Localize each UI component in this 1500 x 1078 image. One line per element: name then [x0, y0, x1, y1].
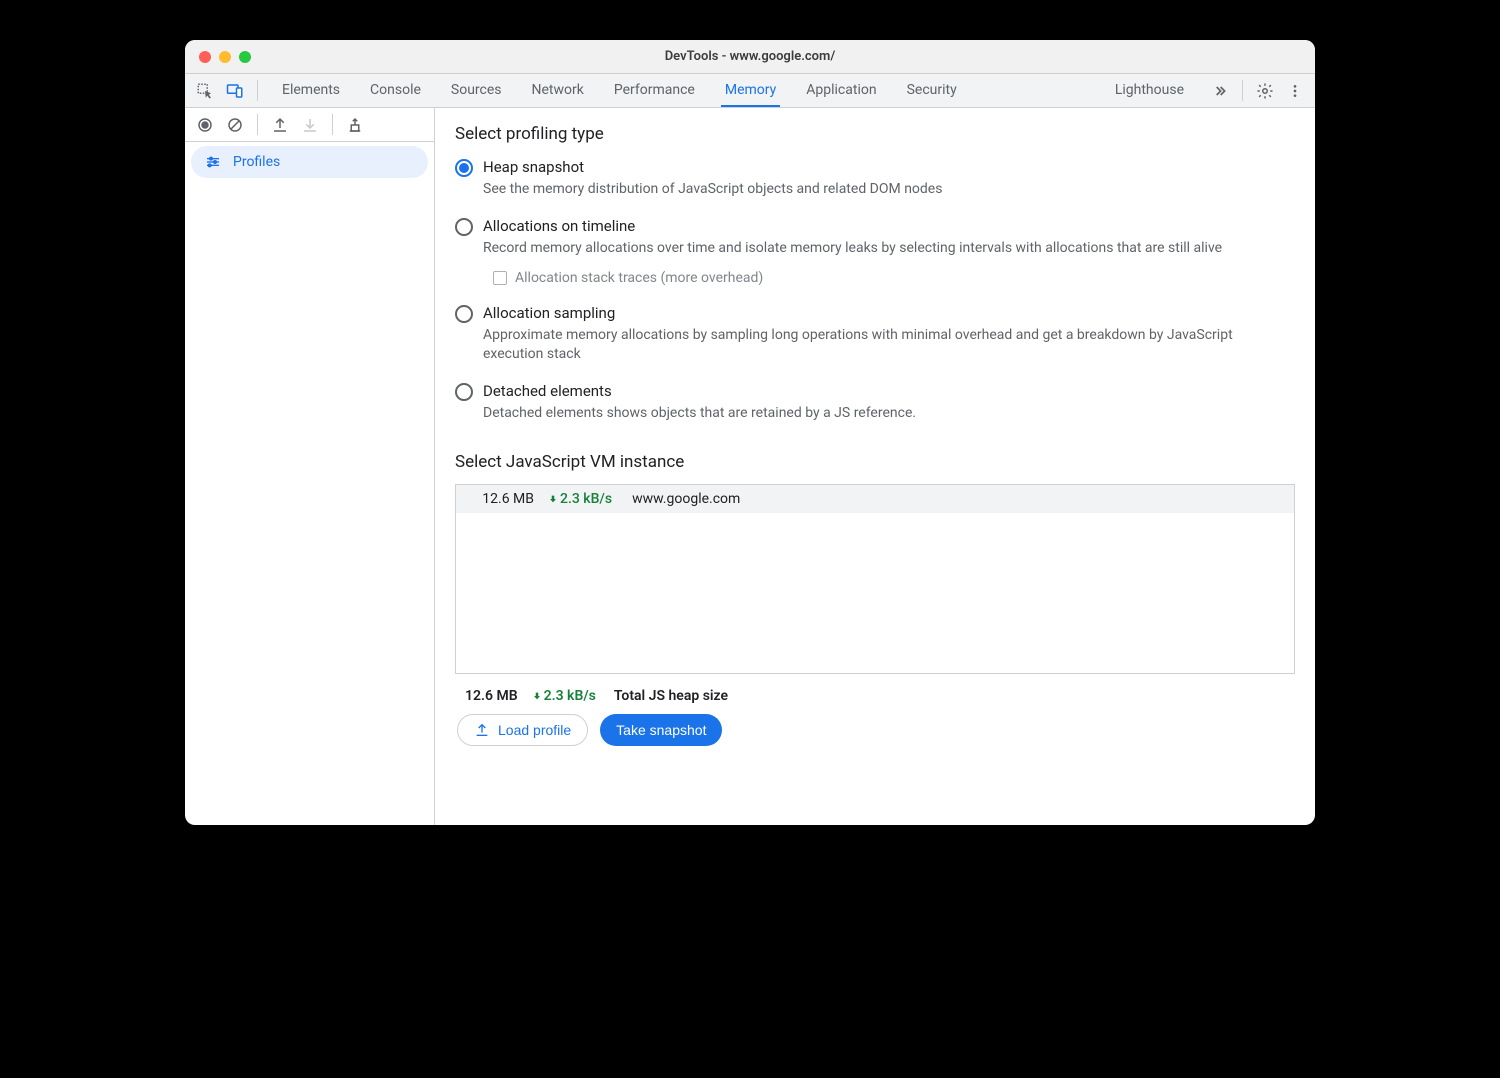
maximize-window-button[interactable]: [239, 51, 251, 63]
devtools-tabsbar: Elements Console Sources Network Perform…: [185, 74, 1315, 108]
download-icon[interactable]: [300, 115, 320, 135]
radio-icon[interactable]: [455, 218, 473, 236]
tab-label: Network: [532, 82, 584, 98]
tab-label: Lighthouse: [1115, 82, 1184, 98]
divider: [257, 114, 258, 135]
vm-rate-value: 2.3 kB/s: [560, 491, 612, 507]
clear-icon[interactable]: [225, 115, 245, 135]
sidebar: Profiles: [185, 108, 435, 825]
suboption-label: Allocation stack traces (more overhead): [515, 270, 763, 286]
option-title: Allocations on timeline: [483, 217, 1222, 235]
footer-buttons: Load profile Take snapshot: [455, 714, 1295, 746]
divider: [1242, 80, 1243, 101]
vm-instance-list: 12.6 MB 2.3 kB/s www.google.com: [455, 484, 1295, 674]
vm-instance-row[interactable]: 12.6 MB 2.3 kB/s www.google.com: [456, 485, 1294, 513]
radio-icon[interactable]: [455, 383, 473, 401]
kebab-menu-icon[interactable]: [1285, 81, 1305, 101]
take-snapshot-button[interactable]: Take snapshot: [600, 714, 722, 746]
option-title: Allocation sampling: [483, 304, 1295, 322]
tab-lighthouse[interactable]: Lighthouse: [1111, 74, 1188, 107]
tab-label: Elements: [282, 82, 340, 98]
tab-elements[interactable]: Elements: [278, 74, 344, 107]
device-toolbar-icon[interactable]: [225, 81, 245, 101]
upload-icon[interactable]: [270, 115, 290, 135]
load-profile-button[interactable]: Load profile: [457, 714, 588, 746]
divider: [257, 80, 258, 101]
option-desc: Record memory allocations over time and …: [483, 239, 1222, 258]
section-heading: Select profiling type: [455, 124, 1295, 144]
tab-label: Memory: [725, 82, 776, 98]
divider: [332, 114, 333, 135]
window-title: DevTools - www.google.com/: [185, 49, 1315, 64]
settings-gear-icon[interactable]: [1255, 81, 1275, 101]
tab-performance[interactable]: Performance: [610, 74, 699, 107]
titlebar: DevTools - www.google.com/: [185, 40, 1315, 74]
minimize-window-button[interactable]: [219, 51, 231, 63]
vm-name: www.google.com: [632, 491, 740, 507]
tab-label: Security: [907, 82, 957, 98]
option-heap-snapshot[interactable]: Heap snapshot See the memory distributio…: [455, 158, 1295, 199]
devtools-window: DevTools - www.google.com/ Elements Cons…: [185, 40, 1315, 825]
record-icon[interactable]: [195, 115, 215, 135]
option-allocations-timeline[interactable]: Allocations on timeline Record memory al…: [455, 217, 1295, 286]
checkbox-icon[interactable]: [493, 271, 507, 285]
sliders-icon: [205, 154, 221, 170]
option-body: Allocations on timeline Record memory al…: [483, 217, 1222, 286]
close-window-button[interactable]: [199, 51, 211, 63]
total-rate-value: 2.3 kB/s: [544, 688, 596, 704]
vm-totals: 12.6 MB 2.3 kB/s Total JS heap size: [455, 674, 1295, 714]
main-area: Profiles Select profiling type Heap snap…: [185, 108, 1315, 825]
vm-size: 12.6 MB: [466, 491, 534, 507]
total-rate: 2.3 kB/s: [532, 688, 596, 704]
option-desc: See the memory distribution of JavaScrip…: [483, 180, 942, 199]
tab-network[interactable]: Network: [528, 74, 588, 107]
vm-section-heading: Select JavaScript VM instance: [455, 452, 1295, 472]
tab-sources[interactable]: Sources: [447, 74, 506, 107]
down-arrow-icon: [548, 493, 558, 505]
option-title: Detached elements: [483, 382, 916, 400]
suboption-stack-traces[interactable]: Allocation stack traces (more overhead): [493, 270, 1222, 286]
content-panel: Select profiling type Heap snapshot See …: [435, 108, 1315, 825]
radio-icon[interactable]: [455, 159, 473, 177]
option-body: Allocation sampling Approximate memory a…: [483, 304, 1295, 364]
option-body: Detached elements Detached elements show…: [483, 382, 916, 423]
inspect-element-icon[interactable]: [195, 81, 215, 101]
option-desc: Detached elements shows objects that are…: [483, 404, 916, 423]
total-label: Total JS heap size: [614, 688, 728, 704]
sidebar-item-profiles[interactable]: Profiles: [191, 146, 428, 178]
button-label: Load profile: [498, 722, 571, 738]
option-title: Heap snapshot: [483, 158, 942, 176]
radio-icon[interactable]: [455, 305, 473, 323]
tab-label: Sources: [451, 82, 502, 98]
button-label: Take snapshot: [616, 722, 706, 738]
option-body: Heap snapshot See the memory distributio…: [483, 158, 942, 199]
option-desc: Approximate memory allocations by sampli…: [483, 326, 1295, 364]
profiling-type-section: Select profiling type Heap snapshot See …: [455, 124, 1295, 440]
down-arrow-icon: [532, 690, 542, 702]
tab-label: Console: [370, 82, 421, 98]
sidebar-item-label: Profiles: [233, 154, 280, 170]
sidebar-toolbar: [185, 108, 434, 142]
tab-memory[interactable]: Memory: [721, 74, 780, 107]
tab-security[interactable]: Security: [903, 74, 961, 107]
tab-console[interactable]: Console: [366, 74, 425, 107]
more-tabs-icon[interactable]: [1210, 81, 1230, 101]
tab-application[interactable]: Application: [802, 74, 880, 107]
window-controls: [199, 51, 251, 63]
tab-label: Performance: [614, 82, 695, 98]
total-size: 12.6 MB: [465, 688, 518, 704]
tab-label: Application: [806, 82, 876, 98]
panel-tabs: Elements Console Sources Network Perform…: [270, 74, 1230, 107]
collect-garbage-icon[interactable]: [345, 115, 365, 135]
upload-icon: [474, 722, 490, 738]
option-detached-elements[interactable]: Detached elements Detached elements show…: [455, 382, 1295, 423]
vm-rate: 2.3 kB/s: [548, 491, 612, 507]
option-allocation-sampling[interactable]: Allocation sampling Approximate memory a…: [455, 304, 1295, 364]
